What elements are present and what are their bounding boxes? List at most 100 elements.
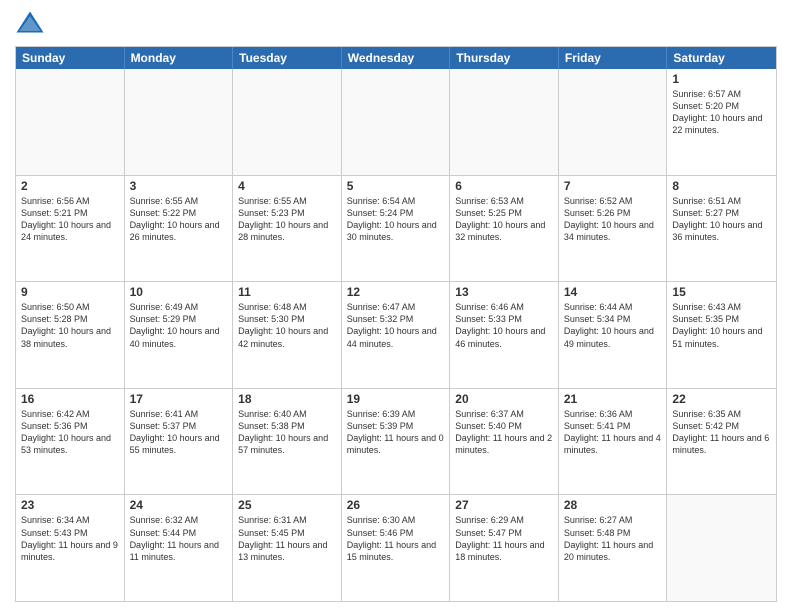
day-cell-22: 22 Sunrise: 6:35 AM Sunset: 5:42 PM Dayli…: [667, 389, 776, 495]
logo: [15, 10, 49, 40]
empty-cell: [450, 69, 559, 175]
day-number: 24: [130, 498, 228, 512]
day-number: 9: [21, 285, 119, 299]
weekday-header-sunday: Sunday: [16, 47, 125, 69]
day-cell-1: 1 Sunrise: 6:57 AM Sunset: 5:20 PM Daylig…: [667, 69, 776, 175]
header: [15, 10, 777, 40]
day-cell-15: 15 Sunrise: 6:43 AM Sunset: 5:35 PM Dayli…: [667, 282, 776, 388]
day-info: Sunrise: 6:55 AM Sunset: 5:23 PM Dayligh…: [238, 195, 336, 244]
day-info: Sunrise: 6:53 AM Sunset: 5:25 PM Dayligh…: [455, 195, 553, 244]
day-cell-8: 8 Sunrise: 6:51 AM Sunset: 5:27 PM Daylig…: [667, 176, 776, 282]
day-number: 6: [455, 179, 553, 193]
day-cell-19: 19 Sunrise: 6:39 AM Sunset: 5:39 PM Dayli…: [342, 389, 451, 495]
day-cell-17: 17Sunrise: 6:41 AM Sunset: 5:37 PM Dayli…: [125, 389, 234, 495]
weekday-header-monday: Monday: [125, 47, 234, 69]
day-number: 4: [238, 179, 336, 193]
day-number: 5: [347, 179, 445, 193]
calendar: SundayMondayTuesdayWednesdayThursdayFrid…: [15, 46, 777, 602]
empty-cell: [667, 495, 776, 601]
day-number: 10: [130, 285, 228, 299]
day-cell-16: 16 Sunrise: 6:42 AM Sunset: 5:36 PM Dayli…: [16, 389, 125, 495]
day-info: Sunrise: 6:55 AM Sunset: 5:22 PM Dayligh…: [130, 195, 228, 244]
day-info: Sunrise: 6:57 AM Sunset: 5:20 PM Dayligh…: [672, 88, 771, 137]
day-cell-20: 20Sunrise: 6:37 AM Sunset: 5:40 PM Dayli…: [450, 389, 559, 495]
day-info: Sunrise: 6:34 AM Sunset: 5:43 PM Dayligh…: [21, 514, 119, 563]
day-cell-21: 21Sunrise: 6:36 AM Sunset: 5:41 PM Dayli…: [559, 389, 668, 495]
day-info: Sunrise: 6:56 AM Sunset: 5:21 PM Dayligh…: [21, 195, 119, 244]
day-number: 11: [238, 285, 336, 299]
day-number: 28: [564, 498, 662, 512]
day-cell-12: 12 Sunrise: 6:47 AM Sunset: 5:32 PM Dayli…: [342, 282, 451, 388]
day-number: 12: [347, 285, 445, 299]
day-number: 19: [347, 392, 445, 406]
day-number: 23: [21, 498, 119, 512]
day-info: Sunrise: 6:52 AM Sunset: 5:26 PM Dayligh…: [564, 195, 662, 244]
weekday-header-thursday: Thursday: [450, 47, 559, 69]
day-number: 14: [564, 285, 662, 299]
day-number: 18: [238, 392, 336, 406]
day-info: Sunrise: 6:48 AM Sunset: 5:30 PM Dayligh…: [238, 301, 336, 350]
day-info: Sunrise: 6:50 AM Sunset: 5:28 PM Dayligh…: [21, 301, 119, 350]
day-number: 22: [672, 392, 771, 406]
day-info: Sunrise: 6:40 AM Sunset: 5:38 PM Dayligh…: [238, 408, 336, 457]
empty-cell: [559, 69, 668, 175]
day-info: Sunrise: 6:47 AM Sunset: 5:32 PM Dayligh…: [347, 301, 445, 350]
day-cell-18: 18 Sunrise: 6:40 AM Sunset: 5:38 PM Dayli…: [233, 389, 342, 495]
calendar-row-1: 2 Sunrise: 6:56 AM Sunset: 5:21 PM Daylig…: [16, 175, 776, 282]
day-cell-11: 11 Sunrise: 6:48 AM Sunset: 5:30 PM Dayli…: [233, 282, 342, 388]
weekday-header-wednesday: Wednesday: [342, 47, 451, 69]
calendar-body: 1 Sunrise: 6:57 AM Sunset: 5:20 PM Daylig…: [16, 69, 776, 601]
calendar-row-3: 16 Sunrise: 6:42 AM Sunset: 5:36 PM Dayli…: [16, 388, 776, 495]
day-cell-6: 6 Sunrise: 6:53 AM Sunset: 5:25 PM Daylig…: [450, 176, 559, 282]
day-cell-7: 7 Sunrise: 6:52 AM Sunset: 5:26 PM Daylig…: [559, 176, 668, 282]
day-cell-23: 23 Sunrise: 6:34 AM Sunset: 5:43 PM Dayli…: [16, 495, 125, 601]
day-number: 13: [455, 285, 553, 299]
day-cell-10: 10Sunrise: 6:49 AM Sunset: 5:29 PM Dayli…: [125, 282, 234, 388]
day-number: 8: [672, 179, 771, 193]
day-cell-13: 13 Sunrise: 6:46 AM Sunset: 5:33 PM Dayli…: [450, 282, 559, 388]
day-number: 26: [347, 498, 445, 512]
empty-cell: [233, 69, 342, 175]
day-info: Sunrise: 6:30 AM Sunset: 5:46 PM Dayligh…: [347, 514, 445, 563]
empty-cell: [125, 69, 234, 175]
day-info: Sunrise: 6:32 AM Sunset: 5:44 PM Dayligh…: [130, 514, 228, 563]
day-cell-28: 28 Sunrise: 6:27 AM Sunset: 5:48 PM Dayli…: [559, 495, 668, 601]
day-info: Sunrise: 6:42 AM Sunset: 5:36 PM Dayligh…: [21, 408, 119, 457]
calendar-row-4: 23 Sunrise: 6:34 AM Sunset: 5:43 PM Dayli…: [16, 494, 776, 601]
day-cell-25: 25Sunrise: 6:31 AM Sunset: 5:45 PM Dayli…: [233, 495, 342, 601]
day-number: 1: [672, 72, 771, 86]
day-info: Sunrise: 6:46 AM Sunset: 5:33 PM Dayligh…: [455, 301, 553, 350]
day-info: Sunrise: 6:39 AM Sunset: 5:39 PM Dayligh…: [347, 408, 445, 457]
calendar-row-0: 1 Sunrise: 6:57 AM Sunset: 5:20 PM Daylig…: [16, 69, 776, 175]
day-number: 16: [21, 392, 119, 406]
empty-cell: [342, 69, 451, 175]
day-info: Sunrise: 6:43 AM Sunset: 5:35 PM Dayligh…: [672, 301, 771, 350]
day-cell-14: 14 Sunrise: 6:44 AM Sunset: 5:34 PM Dayli…: [559, 282, 668, 388]
day-info: Sunrise: 6:51 AM Sunset: 5:27 PM Dayligh…: [672, 195, 771, 244]
day-number: 20: [455, 392, 553, 406]
day-number: 25: [238, 498, 336, 512]
day-cell-3: 3 Sunrise: 6:55 AM Sunset: 5:22 PM Daylig…: [125, 176, 234, 282]
day-cell-2: 2 Sunrise: 6:56 AM Sunset: 5:21 PM Daylig…: [16, 176, 125, 282]
day-number: 2: [21, 179, 119, 193]
day-number: 3: [130, 179, 228, 193]
calendar-row-2: 9 Sunrise: 6:50 AM Sunset: 5:28 PM Daylig…: [16, 281, 776, 388]
empty-cell: [16, 69, 125, 175]
day-cell-9: 9 Sunrise: 6:50 AM Sunset: 5:28 PM Daylig…: [16, 282, 125, 388]
day-info: Sunrise: 6:41 AM Sunset: 5:37 PM Dayligh…: [130, 408, 228, 457]
day-info: Sunrise: 6:36 AM Sunset: 5:41 PM Dayligh…: [564, 408, 662, 457]
weekday-header-tuesday: Tuesday: [233, 47, 342, 69]
day-info: Sunrise: 6:35 AM Sunset: 5:42 PM Dayligh…: [672, 408, 771, 457]
day-number: 27: [455, 498, 553, 512]
weekday-header-saturday: Saturday: [667, 47, 776, 69]
day-info: Sunrise: 6:27 AM Sunset: 5:48 PM Dayligh…: [564, 514, 662, 563]
day-cell-4: 4 Sunrise: 6:55 AM Sunset: 5:23 PM Daylig…: [233, 176, 342, 282]
day-number: 15: [672, 285, 771, 299]
day-cell-5: 5Sunrise: 6:54 AM Sunset: 5:24 PM Daylig…: [342, 176, 451, 282]
day-number: 7: [564, 179, 662, 193]
logo-icon: [15, 10, 45, 40]
day-cell-26: 26 Sunrise: 6:30 AM Sunset: 5:46 PM Dayli…: [342, 495, 451, 601]
day-cell-24: 24 Sunrise: 6:32 AM Sunset: 5:44 PM Dayli…: [125, 495, 234, 601]
day-info: Sunrise: 6:44 AM Sunset: 5:34 PM Dayligh…: [564, 301, 662, 350]
calendar-header: SundayMondayTuesdayWednesdayThursdayFrid…: [16, 47, 776, 69]
